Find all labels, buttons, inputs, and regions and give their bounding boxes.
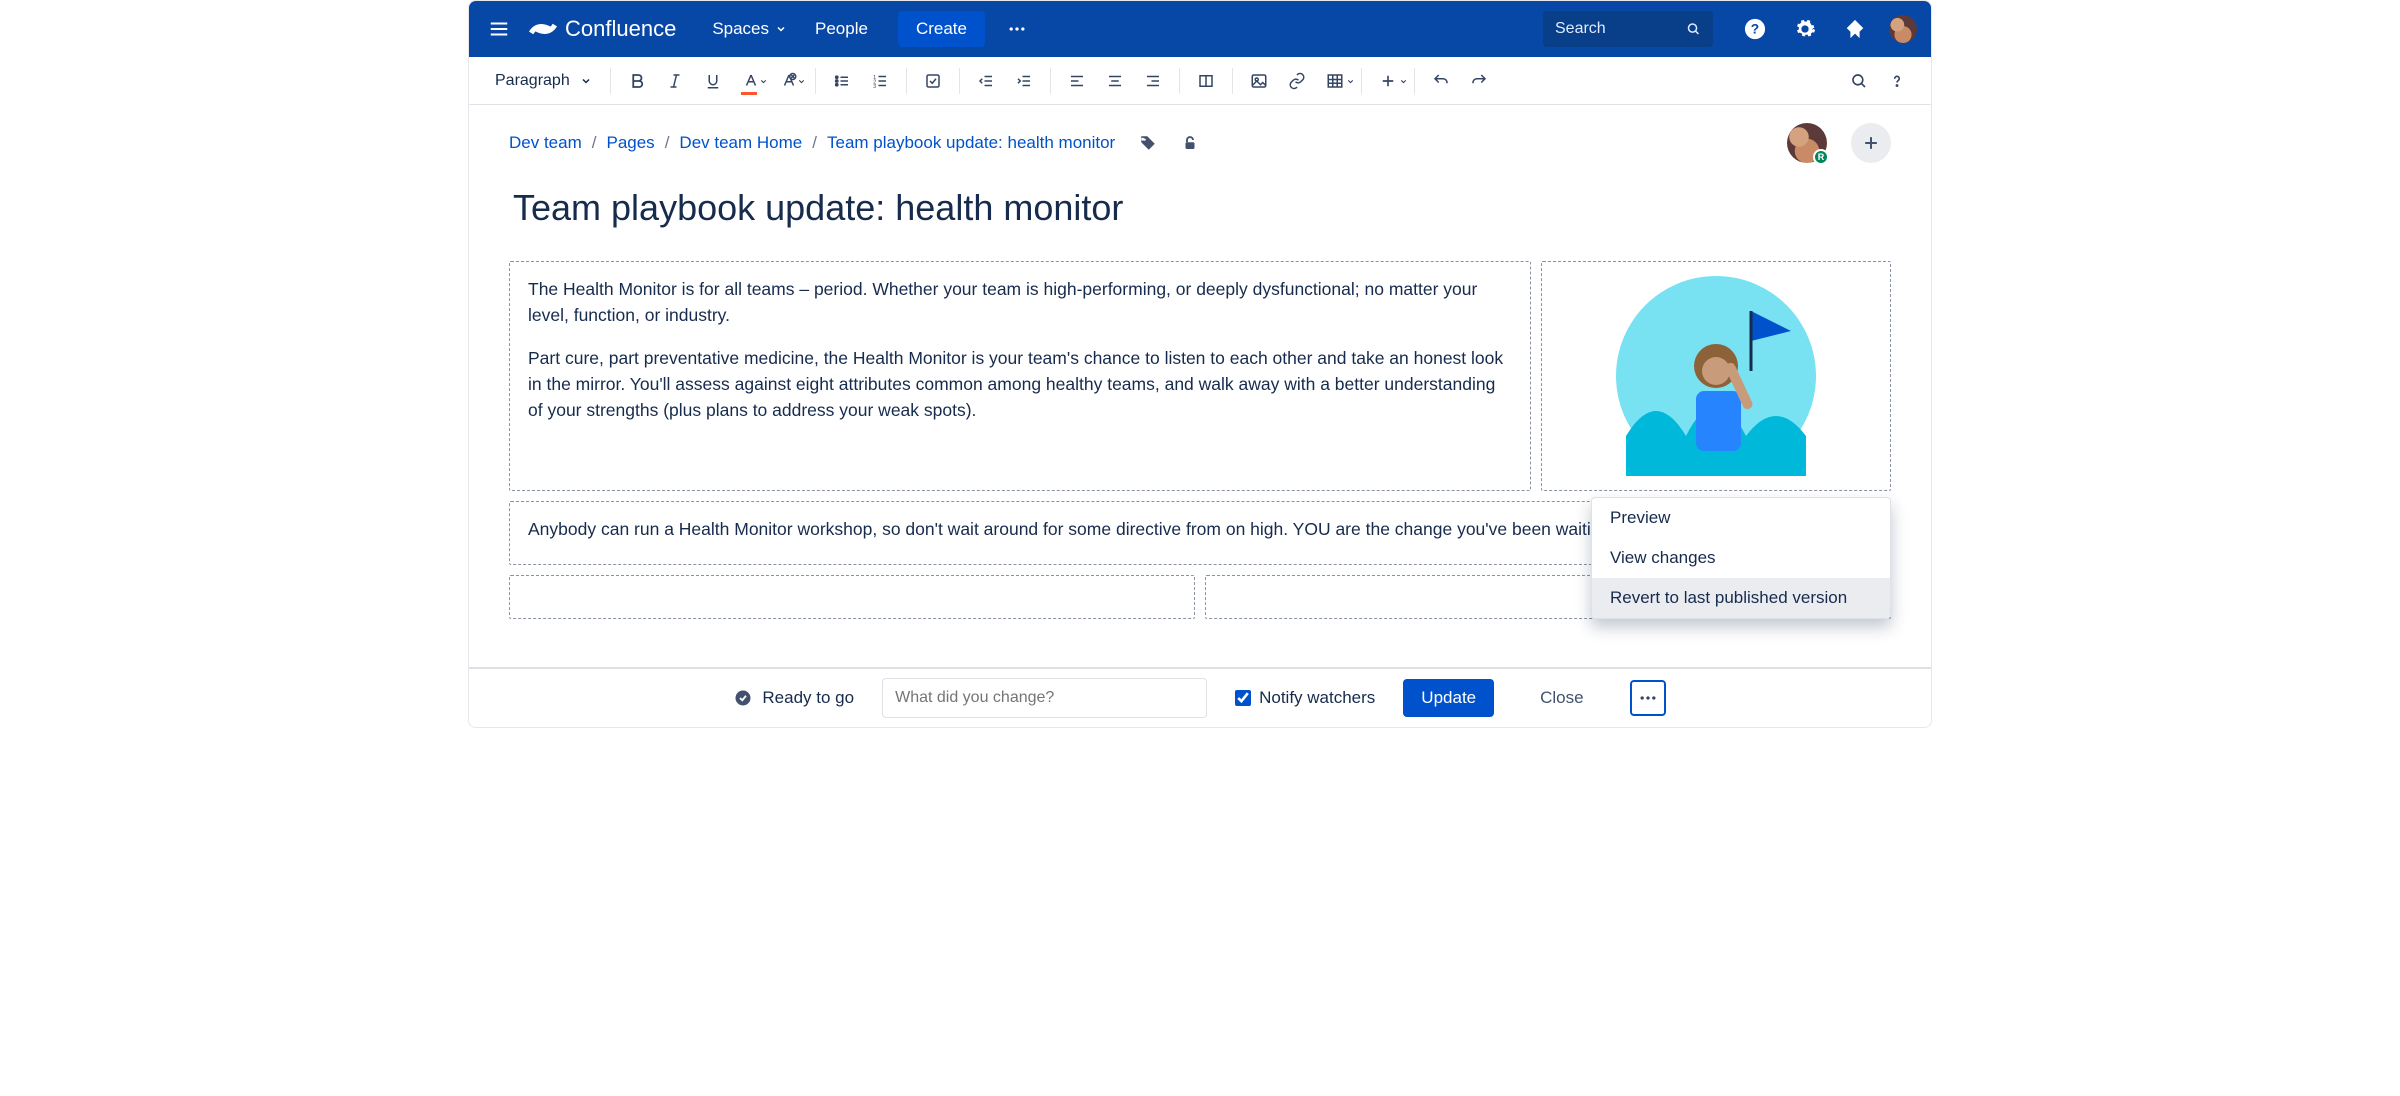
redo-button[interactable] bbox=[1461, 63, 1497, 99]
add-collaborator-button[interactable] bbox=[1851, 123, 1891, 163]
update-button[interactable]: Update bbox=[1403, 679, 1494, 717]
editor-footer: Ready to go Notify watchers Update Close bbox=[469, 667, 1931, 727]
version-comment-input[interactable] bbox=[882, 678, 1207, 718]
paragraph-text[interactable]: The Health Monitor is for all teams – pe… bbox=[528, 276, 1512, 329]
nav-people-label: People bbox=[815, 19, 868, 39]
notify-watchers-checkbox[interactable] bbox=[1235, 690, 1251, 706]
status-icon bbox=[734, 689, 752, 707]
indent-button[interactable] bbox=[1006, 63, 1042, 99]
editor-actions-menu: Preview View changes Revert to last publ… bbox=[1591, 497, 1891, 619]
nav-spaces[interactable]: Spaces bbox=[702, 13, 797, 45]
editor-canvas: Dev team / Pages / Dev team Home / Team … bbox=[469, 105, 1931, 619]
ellipsis-icon bbox=[1638, 688, 1658, 708]
nav-spaces-label: Spaces bbox=[712, 19, 769, 39]
editor-toolbar: Paragraph 123 bbox=[469, 57, 1931, 105]
clear-formatting-button[interactable] bbox=[771, 63, 807, 99]
page-layout-button[interactable] bbox=[1188, 63, 1224, 99]
menu-item-preview[interactable]: Preview bbox=[1592, 498, 1890, 538]
confluence-icon bbox=[529, 15, 557, 43]
align-left-button[interactable] bbox=[1059, 63, 1095, 99]
nav-people[interactable]: People bbox=[805, 13, 878, 45]
underline-button[interactable] bbox=[695, 63, 731, 99]
paragraph-text[interactable]: Part cure, part preventative medicine, t… bbox=[528, 345, 1512, 424]
layout-cell[interactable]: The Health Monitor is for all teams – pe… bbox=[509, 261, 1531, 491]
help-icon[interactable]: ? bbox=[1739, 13, 1771, 45]
brand-name: Confluence bbox=[565, 16, 676, 42]
breadcrumb-item[interactable]: Dev team Home bbox=[679, 133, 802, 153]
draft-status-label: Ready to go bbox=[762, 688, 854, 708]
insert-link-button[interactable] bbox=[1279, 63, 1315, 99]
chevron-down-icon bbox=[775, 23, 787, 35]
labels-icon[interactable] bbox=[1139, 134, 1157, 152]
breadcrumb-separator: / bbox=[592, 133, 597, 153]
outdent-button[interactable] bbox=[968, 63, 1004, 99]
breadcrumb-item[interactable]: Pages bbox=[606, 133, 654, 153]
chevron-down-icon bbox=[580, 75, 592, 87]
search-icon bbox=[1686, 20, 1701, 38]
presence-badge: R bbox=[1813, 149, 1829, 165]
footer-more-button[interactable] bbox=[1630, 680, 1666, 716]
task-list-button[interactable] bbox=[915, 63, 951, 99]
notify-watchers-label: Notify watchers bbox=[1259, 688, 1375, 708]
breadcrumbs: Dev team / Pages / Dev team Home / Team … bbox=[509, 133, 1115, 153]
settings-icon[interactable] bbox=[1789, 13, 1821, 45]
bold-button[interactable] bbox=[619, 63, 655, 99]
chevron-down-icon bbox=[1346, 77, 1355, 86]
insert-table-button[interactable] bbox=[1317, 63, 1353, 99]
chevron-down-icon bbox=[797, 77, 806, 86]
breadcrumb-separator: / bbox=[812, 133, 817, 153]
collaborator-avatar[interactable]: R bbox=[1787, 123, 1827, 163]
bullet-list-button[interactable] bbox=[824, 63, 860, 99]
paragraph-label: Paragraph bbox=[495, 72, 570, 90]
chevron-down-icon bbox=[1399, 77, 1408, 86]
find-replace-button[interactable] bbox=[1841, 63, 1877, 99]
nav-more-button[interactable] bbox=[999, 11, 1035, 47]
search-field[interactable] bbox=[1543, 11, 1713, 47]
insert-more-button[interactable] bbox=[1370, 63, 1406, 99]
insert-image-button[interactable] bbox=[1241, 63, 1277, 99]
user-avatar[interactable] bbox=[1889, 15, 1917, 43]
search-input[interactable] bbox=[1555, 20, 1676, 38]
svg-text:?: ? bbox=[1751, 22, 1759, 37]
italic-button[interactable] bbox=[657, 63, 693, 99]
breadcrumb-item[interactable]: Dev team bbox=[509, 133, 582, 153]
text-color-button[interactable] bbox=[733, 63, 769, 99]
layout-cell[interactable] bbox=[1541, 261, 1891, 491]
restrictions-icon[interactable] bbox=[1181, 134, 1199, 152]
chevron-down-icon bbox=[759, 77, 768, 86]
breadcrumb-separator: / bbox=[665, 133, 670, 153]
editor-help-button[interactable] bbox=[1879, 63, 1915, 99]
notifications-icon[interactable] bbox=[1839, 13, 1871, 45]
layout-cell[interactable] bbox=[509, 575, 1195, 619]
menu-item-revert[interactable]: Revert to last published version bbox=[1592, 578, 1890, 618]
page-title[interactable]: Team playbook update: health monitor bbox=[509, 187, 1891, 229]
paragraph-style-selector[interactable]: Paragraph bbox=[485, 66, 602, 96]
ellipsis-icon bbox=[1007, 19, 1027, 39]
illustration-image bbox=[1616, 276, 1816, 476]
breadcrumb-item[interactable]: Team playbook update: health monitor bbox=[827, 133, 1115, 153]
align-center-button[interactable] bbox=[1097, 63, 1133, 99]
numbered-list-button[interactable]: 123 bbox=[862, 63, 898, 99]
notify-watchers-toggle[interactable]: Notify watchers bbox=[1235, 688, 1375, 708]
menu-item-view-changes[interactable]: View changes bbox=[1592, 538, 1890, 578]
svg-text:3: 3 bbox=[873, 83, 876, 89]
close-button[interactable]: Close bbox=[1522, 679, 1601, 717]
align-right-button[interactable] bbox=[1135, 63, 1171, 99]
brand-logo[interactable]: Confluence bbox=[529, 15, 676, 43]
menu-icon[interactable] bbox=[483, 13, 515, 45]
undo-button[interactable] bbox=[1423, 63, 1459, 99]
create-button[interactable]: Create bbox=[898, 11, 985, 47]
global-nav: Confluence Spaces People Create ? bbox=[469, 1, 1931, 57]
